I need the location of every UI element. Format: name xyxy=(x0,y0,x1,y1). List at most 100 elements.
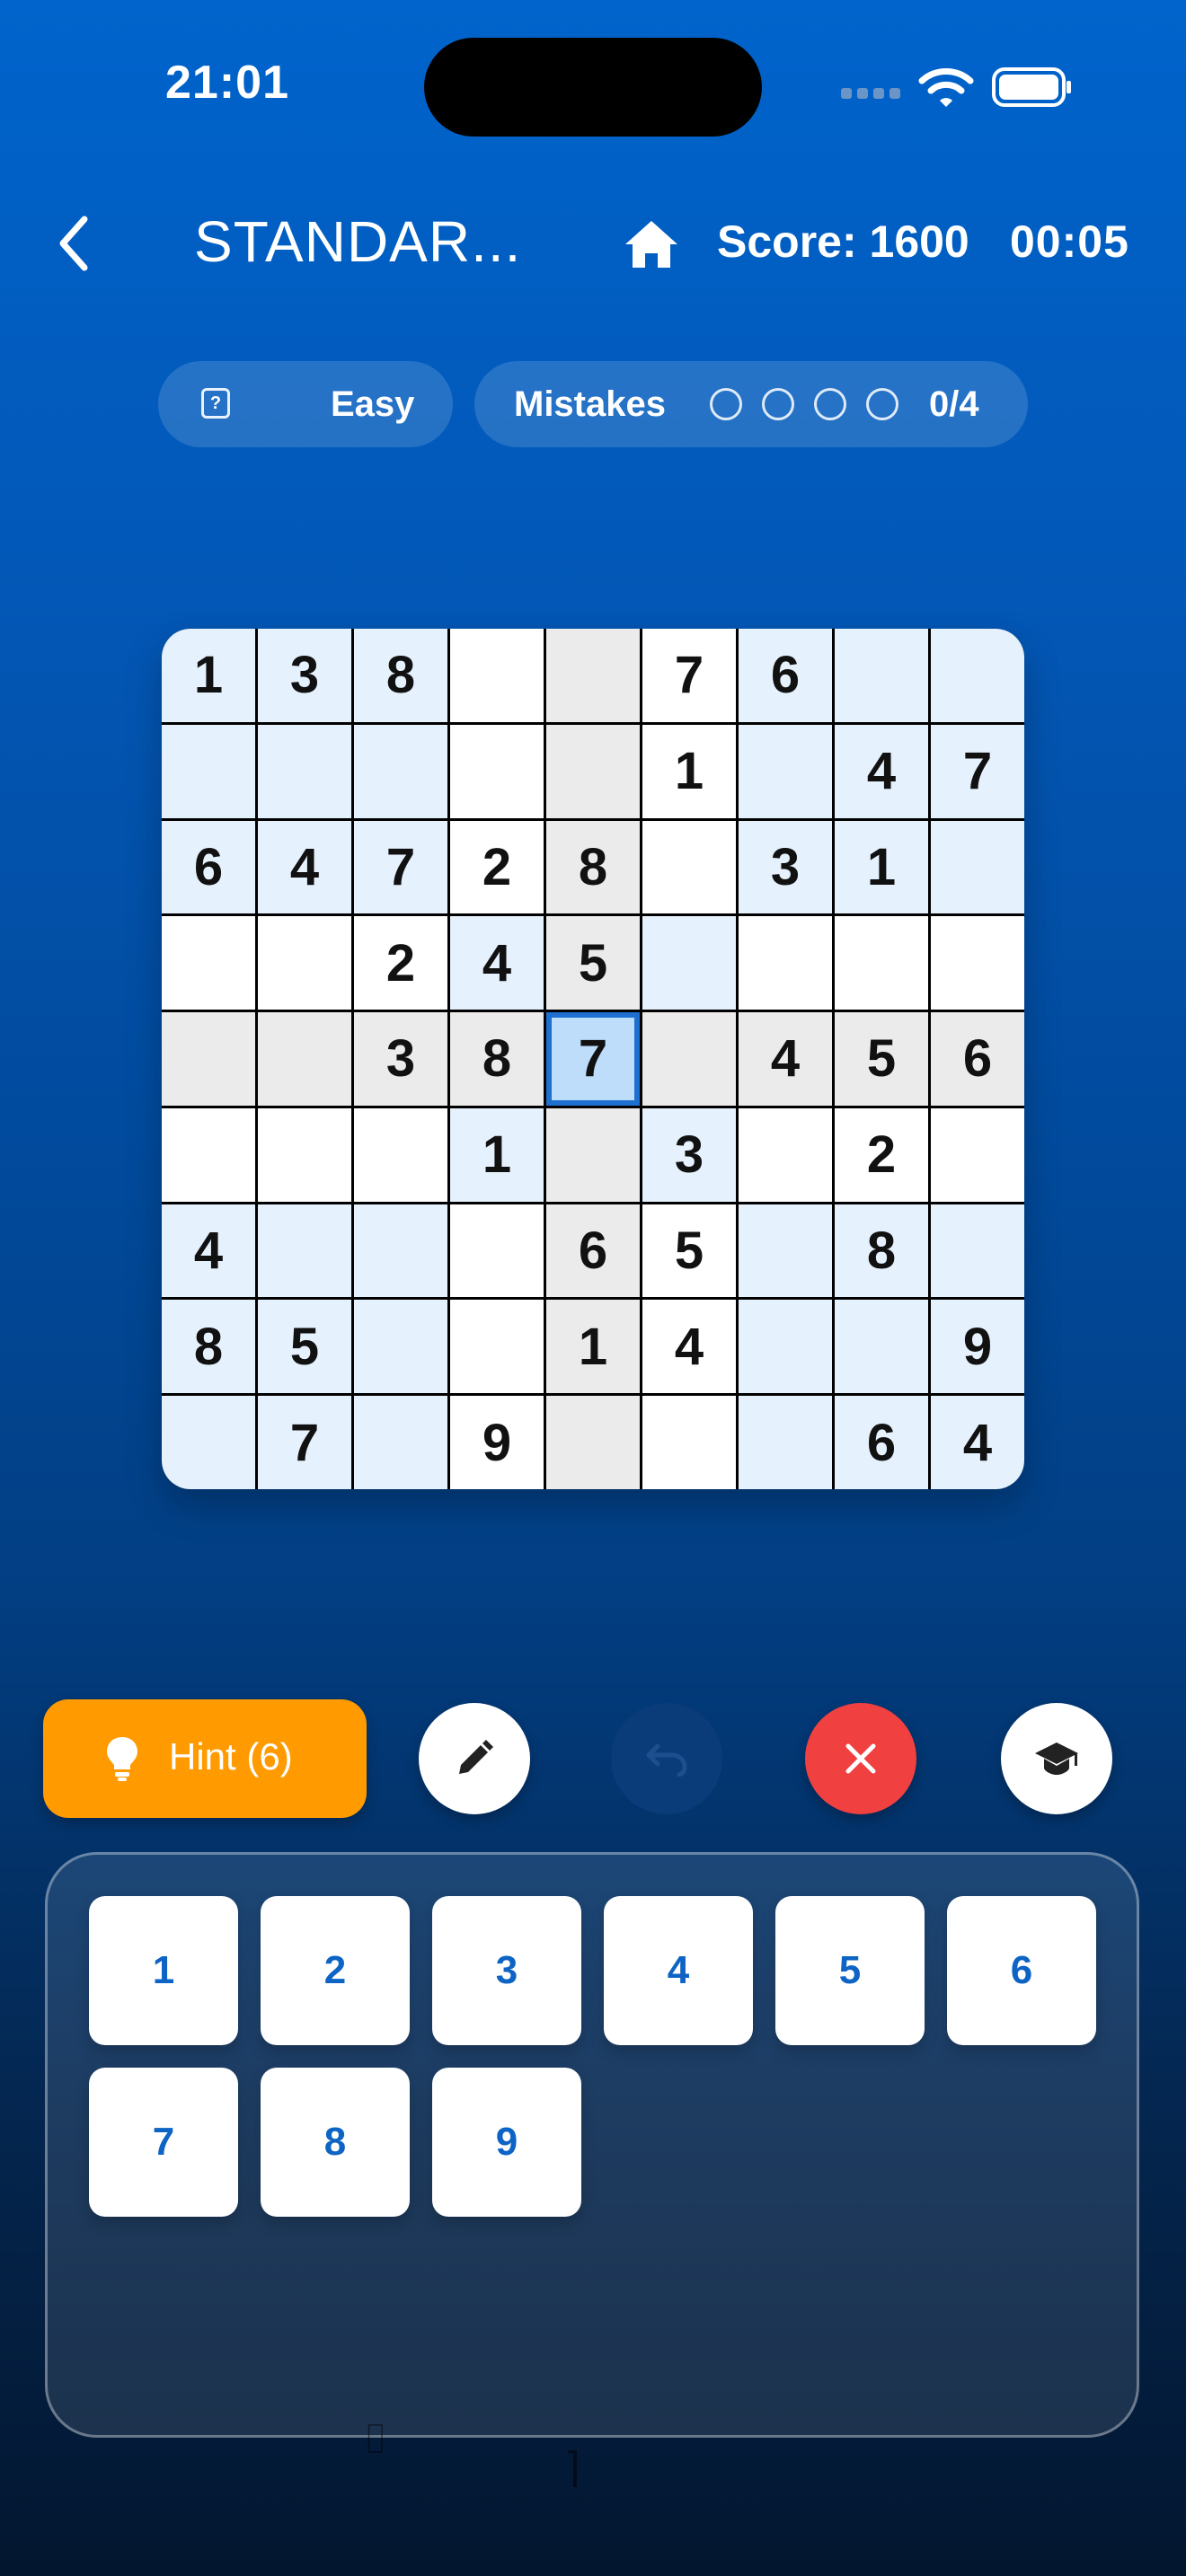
board-cell[interactable] xyxy=(162,724,255,818)
board-cell[interactable]: 1 xyxy=(546,1300,640,1394)
board-cell[interactable]: 6 xyxy=(739,629,832,722)
board-cell[interactable] xyxy=(162,1107,255,1202)
board-cell[interactable] xyxy=(258,916,351,1010)
board-cell[interactable] xyxy=(739,916,832,1010)
board-cell[interactable] xyxy=(739,1107,832,1202)
undo-button[interactable] xyxy=(611,1703,722,1814)
board-cell[interactable] xyxy=(258,724,351,818)
board-cell[interactable]: 1 xyxy=(450,1107,544,1202)
board-cell[interactable] xyxy=(642,916,736,1010)
board-cell[interactable] xyxy=(450,1204,544,1298)
board-cell[interactable]: 4 xyxy=(931,1396,1024,1489)
dynamic-island xyxy=(424,38,762,137)
board-cell[interactable] xyxy=(450,1300,544,1394)
board-cell[interactable]: 1 xyxy=(162,629,255,722)
board-cell[interactable] xyxy=(354,1396,447,1489)
back-chevron-icon[interactable] xyxy=(52,212,97,275)
board-cell[interactable]: 3 xyxy=(642,1107,736,1202)
board-cell[interactable]: 3 xyxy=(354,1012,447,1106)
board-cell[interactable]: 6 xyxy=(162,820,255,914)
board-cell[interactable]: 4 xyxy=(258,820,351,914)
number-key-1[interactable]: 1 xyxy=(89,1896,238,2045)
number-key-9[interactable]: 9 xyxy=(432,2068,581,2217)
board-cell[interactable]: 5 xyxy=(835,1012,928,1106)
board-cell[interactable] xyxy=(642,1396,736,1489)
board-cell[interactable] xyxy=(258,1107,351,1202)
board-cell[interactable] xyxy=(450,724,544,818)
board-cell[interactable]: 8 xyxy=(546,820,640,914)
board-cell[interactable] xyxy=(931,1107,1024,1202)
board-cell[interactable]: 2 xyxy=(450,820,544,914)
number-key-5[interactable]: 5 xyxy=(775,1896,925,2045)
board-cell[interactable]: 4 xyxy=(450,916,544,1010)
number-key-6[interactable]: 6 xyxy=(947,1896,1096,2045)
board-cell[interactable] xyxy=(162,916,255,1010)
board-cell[interactable]: 5 xyxy=(642,1204,736,1298)
board-cell[interactable] xyxy=(835,916,928,1010)
board-cell[interactable] xyxy=(354,724,447,818)
board-cell[interactable] xyxy=(546,724,640,818)
difficulty-help-icon[interactable]: ? xyxy=(201,388,230,419)
board-cell[interactable]: 4 xyxy=(162,1204,255,1298)
board-cell[interactable]: 4 xyxy=(642,1300,736,1394)
board-cell[interactable]: 7 xyxy=(642,629,736,722)
board-cell[interactable]: 5 xyxy=(258,1300,351,1394)
board-cell[interactable]: 1 xyxy=(642,724,736,818)
board-cell[interactable] xyxy=(931,916,1024,1010)
board-cell[interactable] xyxy=(354,1300,447,1394)
board-cell[interactable]: 4 xyxy=(835,724,928,818)
mistakes-label: Mistakes xyxy=(514,384,666,424)
board-cell[interactable] xyxy=(546,1396,640,1489)
board-cell[interactable]: 2 xyxy=(354,916,447,1010)
board-cell[interactable]: 5 xyxy=(546,916,640,1010)
number-key-2[interactable]: 2 xyxy=(261,1896,410,2045)
number-key-8[interactable]: 8 xyxy=(261,2068,410,2217)
board-cell[interactable]: 2 xyxy=(835,1107,928,1202)
board-cell[interactable]: 1 xyxy=(835,820,928,914)
board-cell[interactable] xyxy=(739,1300,832,1394)
board-cell[interactable]: 9 xyxy=(931,1300,1024,1394)
board-cell[interactable] xyxy=(162,1396,255,1489)
board-cell[interactable] xyxy=(931,1204,1024,1298)
board-cell[interactable] xyxy=(931,820,1024,914)
board-cell[interactable] xyxy=(162,1012,255,1106)
board-cell[interactable] xyxy=(354,1204,447,1298)
board-cell[interactable] xyxy=(739,1204,832,1298)
board-cell[interactable]: 7 xyxy=(354,820,447,914)
board-cell[interactable]: 7 xyxy=(546,1012,640,1106)
board-cell[interactable] xyxy=(835,629,928,722)
board-cell[interactable]: 3 xyxy=(739,820,832,914)
board-cell[interactable] xyxy=(642,1012,736,1106)
number-key-4[interactable]: 4 xyxy=(604,1896,753,2045)
board-cell[interactable] xyxy=(258,1012,351,1106)
home-icon[interactable] xyxy=(624,219,679,269)
board-cell[interactable] xyxy=(642,820,736,914)
board-cell[interactable] xyxy=(546,629,640,722)
board-cell[interactable] xyxy=(739,1396,832,1489)
learn-button[interactable] xyxy=(1001,1703,1112,1814)
number-key-7[interactable]: 7 xyxy=(89,2068,238,2217)
board-cell[interactable]: 9 xyxy=(450,1396,544,1489)
board-cell[interactable]: 6 xyxy=(546,1204,640,1298)
board-cell[interactable]: 6 xyxy=(835,1396,928,1489)
board-cell[interactable]: 3 xyxy=(258,629,351,722)
board-cell[interactable] xyxy=(931,629,1024,722)
ghost-glyph: ⌉ xyxy=(564,2444,580,2491)
board-cell[interactable] xyxy=(835,1300,928,1394)
board-cell[interactable] xyxy=(450,629,544,722)
notes-pencil-button[interactable] xyxy=(419,1703,530,1814)
board-cell[interactable]: 4 xyxy=(739,1012,832,1106)
board-cell[interactable] xyxy=(739,724,832,818)
number-key-3[interactable]: 3 xyxy=(432,1896,581,2045)
board-cell[interactable]: 8 xyxy=(354,629,447,722)
board-cell[interactable]: 8 xyxy=(835,1204,928,1298)
board-cell[interactable]: 7 xyxy=(931,724,1024,818)
board-cell[interactable]: 7 xyxy=(258,1396,351,1489)
board-cell[interactable] xyxy=(258,1204,351,1298)
board-cell[interactable] xyxy=(546,1107,640,1202)
board-cell[interactable]: 8 xyxy=(450,1012,544,1106)
board-cell[interactable]: 8 xyxy=(162,1300,255,1394)
board-cell[interactable] xyxy=(354,1107,447,1202)
erase-button[interactable] xyxy=(805,1703,916,1814)
board-cell[interactable]: 6 xyxy=(931,1012,1024,1106)
